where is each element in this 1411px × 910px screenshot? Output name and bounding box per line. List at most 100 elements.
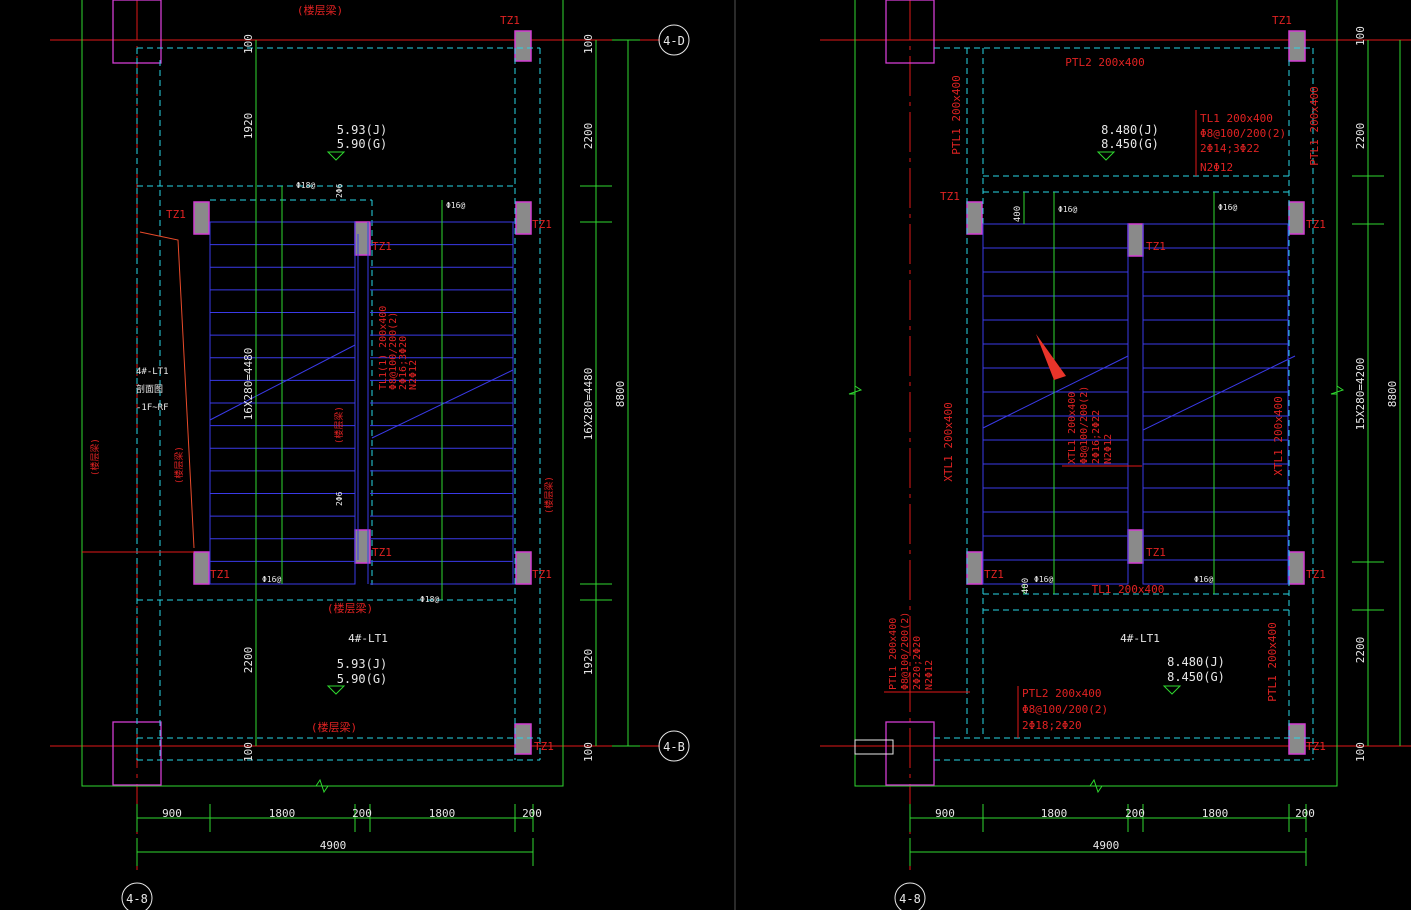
rebar-label: Φ16@ <box>1194 575 1213 584</box>
left-stair-plan[interactable]: 4-D 4-B 4-8 900 1800 200 1800 200 4900 1… <box>50 0 690 910</box>
rebar-label: Φ16@ <box>1034 575 1053 584</box>
dim-100: 100 <box>1354 26 1367 46</box>
axis-bubble-4-8-right[interactable]: 4-8 <box>894 882 926 910</box>
elevation-top-g: 5.90(G) <box>337 137 388 151</box>
beam-stirrup: Φ8@100/200(2) <box>900 612 911 690</box>
stair-name-label: 4#-LT1 <box>348 632 388 645</box>
dim-2200: 2200 <box>582 123 595 150</box>
tz1-label: TZ1 <box>372 240 392 253</box>
column-tz1 <box>193 551 210 585</box>
beam-label-ptl2: PTL2 200x400 <box>1065 56 1144 69</box>
elevation-bottom-g: 5.90(G) <box>337 672 388 686</box>
rebar-label: Φ16@ <box>446 201 465 210</box>
elevation-bottom-g: 8.450(G) <box>1167 670 1225 684</box>
dim-height-8800: 8800 <box>1386 381 1399 408</box>
beam-label-xtl1: XTL1 200x400 <box>942 402 955 481</box>
beam-stirrup: Φ8@100/200(2) <box>1200 127 1286 140</box>
dim-1920: 1920 <box>582 649 595 676</box>
dim-2200: 2200 <box>1354 123 1367 150</box>
dim-200: 200 <box>1125 807 1145 820</box>
dim-900: 900 <box>162 807 182 820</box>
tz1-label: TZ1 <box>500 14 520 27</box>
dim-1920: 1920 <box>242 113 255 140</box>
rebar-label: Φ16@ <box>262 575 281 584</box>
stair-treads-left <box>210 244 513 562</box>
beam-torsion: N2Φ12 <box>408 360 419 390</box>
rebar-label: 2Φ6 <box>335 491 344 506</box>
axis-bubble-4d[interactable]: 4-D <box>658 24 690 56</box>
beam-stirrup: Φ8@100/200(2) <box>1022 703 1108 716</box>
beam-label-xtl1-mid: XTL1 200x400 Φ8@100/200(2) 2Φ16;2Φ22 N2Φ… <box>1067 386 1114 464</box>
tz1-label: TZ1 <box>1146 240 1166 253</box>
beam-label-ptl1-bl: PTL1 200x400 Φ8@100/200(2) 2Φ20;2Φ20 N2Φ… <box>888 612 935 690</box>
dim-2200: 2200 <box>242 647 255 674</box>
beam-label-xtl1: XTL1 200x400 <box>1272 396 1285 475</box>
dim-1800: 1800 <box>1202 807 1229 820</box>
column-tz1 <box>193 201 210 235</box>
label-floor-beam-vert: (楼层梁) <box>173 446 185 484</box>
rebar-label: Φ16@ <box>1058 205 1077 214</box>
column-tz1 <box>515 201 532 235</box>
label-floor-beam-vert: (楼层梁) <box>543 476 555 514</box>
elevation-bottom-j: 8.480(J) <box>1167 655 1225 669</box>
beam-spec: PTL1 200x400 <box>888 618 899 690</box>
dim-1800: 1800 <box>269 807 296 820</box>
beam-label-tl1: TL1 200x400 <box>1092 583 1165 596</box>
dim-400: 400 <box>1013 206 1023 222</box>
beam-rebar: 2Φ16;2Φ22 <box>1091 410 1102 464</box>
tz1-label: TZ1 <box>940 190 960 203</box>
beam-torsion: N2Φ12 <box>1200 161 1233 174</box>
tz1-label: TZ1 <box>1306 568 1326 581</box>
label-floor-beam-bottom: (楼层梁) <box>311 720 357 734</box>
dim-100: 100 <box>582 742 595 762</box>
beam-spec: TL1 200x400 <box>1200 112 1273 125</box>
tz1-label: TZ1 <box>984 568 1004 581</box>
beam-rebar: 2Φ20;2Φ20 <box>912 636 923 690</box>
label-floor-beam-mid: (楼层梁) <box>327 601 373 615</box>
beam-rebar: 2Φ14;3Φ22 <box>1200 142 1260 155</box>
pointer-arrow-icon <box>1036 334 1066 380</box>
axis-bubble-4b[interactable]: 4-B <box>658 730 690 762</box>
beam-label-tl1-top: TL1 200x400 Φ8@100/200(2) 2Φ14;3Φ22 N2Φ1… <box>1195 110 1286 176</box>
label-floor-beam-vert: (楼层梁) <box>89 438 101 476</box>
tz1-label: TZ1 <box>372 546 392 559</box>
tz1-label: TZ1 <box>1272 14 1292 27</box>
beam-torsion: N2Φ12 <box>1103 434 1114 464</box>
axis-label-4-8: 4-8 <box>126 892 148 906</box>
beam-label-ptl1: PTL1 200x400 <box>1308 86 1321 165</box>
label-floor-beam-top: (楼层梁) <box>297 3 343 17</box>
dim-2200: 2200 <box>1354 637 1367 664</box>
beam-spec: PTL2 200x400 <box>1022 687 1101 700</box>
dim-400: 400 <box>1021 578 1031 594</box>
dim-100: 100 <box>1354 742 1367 762</box>
rebar-label: 2Φ6 <box>335 183 344 198</box>
dim-flight-left: 16X280=4480 <box>242 348 255 421</box>
beam-label-tl1: TL1(1) 200x400 Φ8@100/200(2) 2Φ16;3Φ20 N… <box>378 306 419 390</box>
elevation-bottom-j: 5.93(J) <box>337 657 388 671</box>
dim-200: 200 <box>352 807 372 820</box>
tz1-label: TZ1 <box>532 568 552 581</box>
cad-drawing-canvas[interactable]: 4-D 4-B 4-8 900 1800 200 1800 200 4900 1… <box>0 0 1411 910</box>
dim-flight-side: 16X280=4480 <box>582 368 595 441</box>
tz1-label: TZ1 <box>1306 218 1326 231</box>
axis-label-4b: 4-B <box>663 740 685 754</box>
section-note-range: -1F~RF <box>136 403 169 413</box>
dim-100: 100 <box>242 34 255 54</box>
elevation-top-j: 8.480(J) <box>1101 123 1159 137</box>
tz1-label: TZ1 <box>1306 740 1326 753</box>
column-tz1 <box>514 30 532 62</box>
rebar-label: Φ18@ <box>296 181 315 190</box>
stair-name-label: 4#-LT1 <box>1120 632 1160 645</box>
axis-bubble-4-8[interactable]: 4-8 <box>121 882 153 910</box>
beam-torsion: N2Φ12 <box>924 660 935 690</box>
column-tz1 <box>515 551 532 585</box>
dim-100: 100 <box>242 742 255 762</box>
beam-spec: XTL1 200x400 <box>1067 392 1078 464</box>
tz1-label: TZ1 <box>210 568 230 581</box>
dim-total-4900: 4900 <box>1093 839 1120 852</box>
beam-label-ptl1: PTL1 200x400 <box>1266 622 1279 701</box>
axis-label-4-8: 4-8 <box>899 892 921 906</box>
section-note-type: 剖面图 <box>136 383 163 395</box>
right-stair-plan[interactable]: 4-8 900 1800 200 1800 200 4900 100 2200 … <box>820 0 1411 910</box>
dim-flight-right: 15X280=4200 <box>1354 358 1367 431</box>
